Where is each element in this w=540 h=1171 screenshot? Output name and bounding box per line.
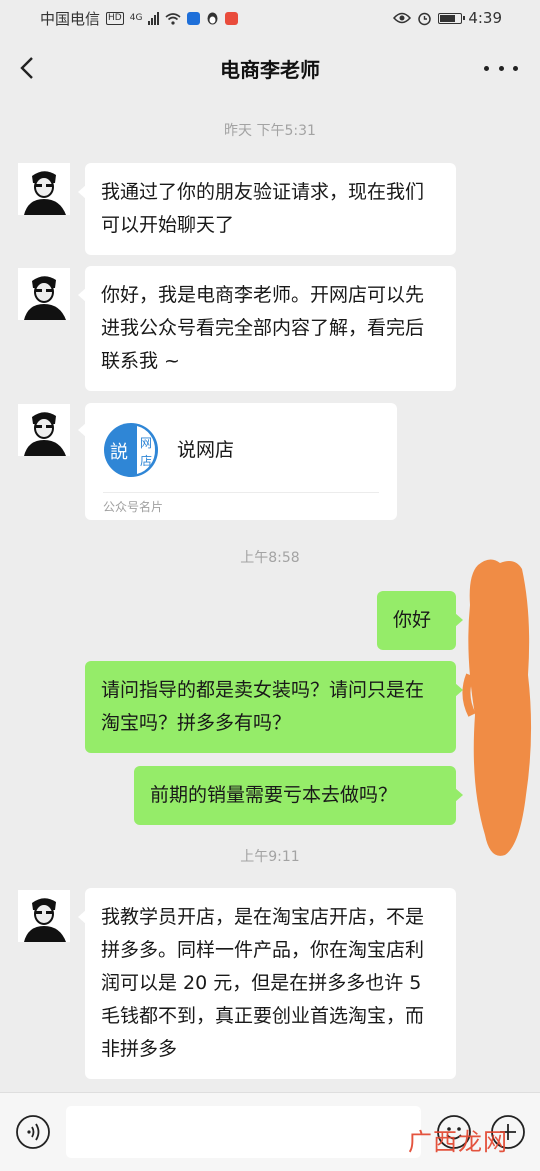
card-type-label: 公众号名片 — [103, 500, 164, 514]
eye-icon — [393, 12, 412, 24]
chat-title: 电商李老师 — [220, 57, 320, 82]
timestamp: 昨天 下午5:31 — [224, 123, 316, 139]
status-time: 4:39 — [468, 9, 502, 27]
contact-avatar[interactable] — [18, 404, 70, 456]
carrier-label: 中国电信 — [40, 9, 101, 28]
logo-char: 网 — [140, 436, 152, 450]
status-right: 4:39 — [393, 9, 502, 27]
network-type: 4G — [129, 13, 143, 23]
official-account-card[interactable]: 説 网 店 说网店 公众号名片 — [78, 403, 397, 520]
voice-icon[interactable] — [15, 1114, 51, 1150]
app-notification-icon-2 — [225, 11, 239, 25]
more-options-icon[interactable] — [484, 56, 518, 80]
status-left: 中国电信 HD 4G — [40, 8, 239, 29]
message-bubble-incoming[interactable]: 我教学员开店，是在淘宝店开店，不是拼多多。同样一件产品，你在淘宝店利润可以是 2… — [78, 888, 456, 1079]
alarm-icon — [418, 12, 432, 25]
card-divider — [103, 492, 379, 493]
battery-icon — [438, 12, 466, 24]
redaction-scribble — [462, 559, 532, 856]
contact-avatar[interactable] — [18, 268, 70, 320]
account-logo: 説 网 店 — [104, 423, 158, 477]
logo-char: 説 — [110, 442, 128, 463]
status-bar: 中国电信 HD 4G 4:39 — [0, 0, 540, 36]
hd-badge: HD — [106, 11, 124, 25]
message-input[interactable] — [66, 1106, 421, 1158]
card-account-name: 说网店 — [177, 439, 235, 461]
message-bubble-incoming[interactable]: 我通过了你的朋友验证请求，现在我们可以开始聊天了 — [78, 163, 456, 255]
timestamp: 上午9:11 — [240, 849, 300, 865]
chat-header: 电商李老师 — [0, 36, 540, 100]
message-bubble-outgoing[interactable]: 你好 — [377, 591, 463, 650]
logo-char: 店 — [140, 454, 152, 468]
app-notification-icon — [187, 11, 201, 25]
message-bubble-outgoing[interactable]: 前期的销量需要亏本去做吗？ — [134, 766, 463, 825]
wifi-icon — [165, 12, 181, 25]
penguin-icon — [207, 12, 218, 25]
contact-avatar[interactable] — [18, 163, 70, 215]
timestamp: 上午8:58 — [240, 550, 300, 566]
signal-icon — [148, 11, 160, 25]
contact-avatar[interactable] — [18, 890, 70, 942]
message-bubble-outgoing[interactable]: 请问指导的都是卖女装吗？请问只是在淘宝吗？拼多多有吗？ — [85, 661, 463, 753]
message-bubble-incoming[interactable]: 你好，我是电商李老师。开网店可以先进我公众号看完全部内容了解，看完后联系我 ~ — [78, 266, 456, 391]
watermark-text: 广西龙网 — [408, 1128, 508, 1156]
back-icon[interactable] — [14, 50, 46, 86]
